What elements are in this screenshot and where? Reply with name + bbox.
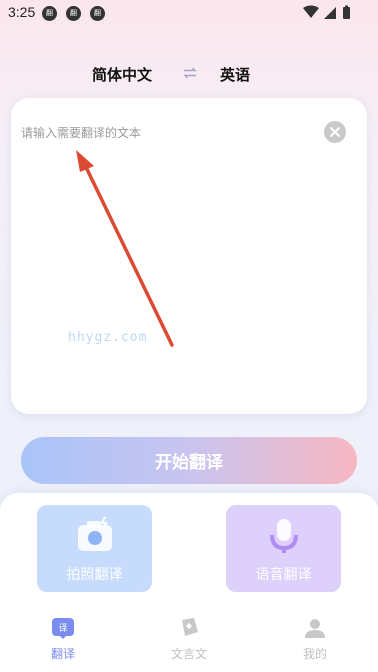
tab-classical-chinese-label: 文言文	[170, 647, 207, 661]
swap-languages-icon[interactable]	[183, 66, 197, 80]
translation-input[interactable]	[21, 124, 311, 324]
translate-icon: 译	[52, 618, 74, 639]
tab-translate[interactable]: 译 翻译	[33, 612, 93, 664]
tab-bar: 译 翻译 文言文 我的	[0, 612, 378, 672]
language-bar: 简体中文 英语	[0, 60, 378, 90]
voice-translate-card[interactable]: 语音翻译	[226, 505, 341, 592]
target-language-selector[interactable]: 英语	[220, 64, 250, 85]
status-icons	[303, 5, 350, 19]
user-icon	[305, 619, 325, 638]
watermark: hhygz.com	[68, 330, 148, 345]
tab-translate-label: 翻译	[50, 647, 75, 661]
start-translation-button[interactable]: 开始翻译	[21, 437, 357, 484]
photo-translate-card[interactable]: 拍照翻译	[37, 505, 152, 592]
microphone-icon	[270, 519, 298, 553]
notification-badge-icon: 翻	[90, 6, 105, 21]
battery-icon	[343, 7, 350, 19]
input-card	[11, 98, 367, 414]
status-time: 3:25	[8, 4, 36, 20]
notification-badge-icon: 翻	[66, 6, 81, 21]
tab-classical-chinese[interactable]: 文言文	[159, 612, 219, 664]
clear-input-button[interactable]	[324, 121, 346, 143]
tab-mine[interactable]: 我的	[285, 612, 345, 664]
signal-icon	[324, 7, 336, 19]
close-icon	[330, 127, 340, 137]
camera-icon	[78, 516, 112, 551]
voice-translate-label: 语音翻译	[255, 567, 312, 583]
svg-text:译: 译	[58, 623, 67, 634]
status-bar: 3:25 翻 翻 翻	[0, 0, 378, 28]
tab-mine-label: 我的	[302, 647, 327, 661]
notification-badge-icon: 翻	[42, 6, 57, 21]
photo-translate-label: 拍照翻译	[66, 567, 123, 583]
scroll-icon	[182, 618, 198, 636]
source-language-selector[interactable]: 简体中文	[92, 64, 152, 85]
wifi-icon	[303, 5, 319, 18]
